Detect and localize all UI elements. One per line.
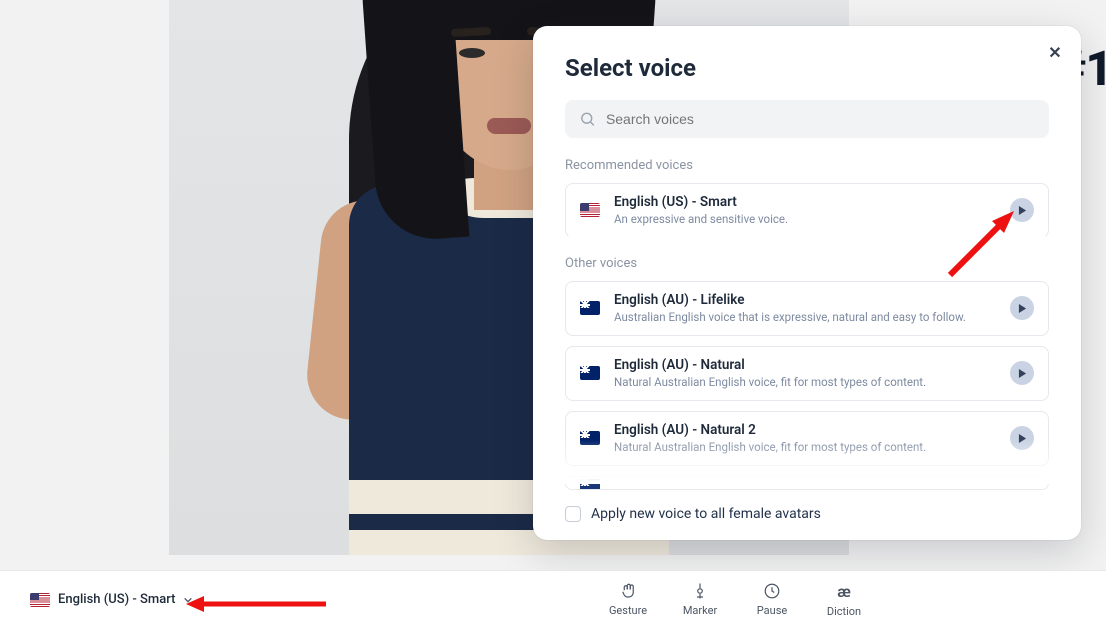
play-button[interactable] — [1010, 296, 1034, 320]
diction-icon: æ — [837, 582, 851, 601]
voice-name: English (AU) - Natural 2 — [614, 422, 996, 438]
voice-name: English (AU) - Lifelike — [614, 292, 996, 308]
search-input[interactable] — [606, 111, 1035, 127]
voice-desc: Natural Australian English voice, fit fo… — [614, 375, 996, 390]
voice-desc: Natural Australian English voice, fit fo… — [614, 440, 996, 455]
voice-desc: Australian English voice that is express… — [614, 310, 996, 325]
play-button[interactable] — [1010, 426, 1034, 450]
tool-group: Gesture Marker Pause æ Diction — [606, 582, 1086, 618]
flag-us-icon — [30, 593, 50, 607]
apply-all-checkbox[interactable] — [565, 506, 581, 522]
flag-us-icon — [580, 203, 600, 217]
recommended-voice-list: English (US) - Smart An expressive and s… — [565, 183, 1049, 236]
voice-selector[interactable]: English (US) - Smart — [20, 586, 203, 613]
modal-title: Select voice — [565, 54, 1049, 82]
clock-icon — [763, 582, 781, 600]
tool-label: Pause — [757, 604, 787, 617]
flag-au-icon — [580, 366, 600, 380]
voice-name: English (US) - Smart — [614, 194, 996, 210]
apply-all-label: Apply new voice to all female avatars — [591, 506, 821, 522]
close-button[interactable]: ✕ — [1043, 40, 1067, 64]
diction-tool[interactable]: æ Diction — [822, 582, 866, 618]
voice-item[interactable]: English (AU) - Lifelike Australian Engli… — [565, 281, 1049, 336]
hand-icon — [619, 582, 637, 600]
marker-tool[interactable]: Marker — [678, 582, 722, 618]
search-input-wrap[interactable] — [565, 100, 1049, 138]
play-button[interactable] — [1010, 361, 1034, 385]
pause-tool[interactable]: Pause — [750, 582, 794, 618]
bottom-toolbar: English (US) - Smart Gesture Marker Paus… — [0, 570, 1106, 628]
voice-item[interactable]: English (US) - Smart An expressive and s… — [565, 183, 1049, 236]
marker-icon — [691, 582, 709, 600]
voice-item[interactable]: English (AU) - Natural Natural Australia… — [565, 346, 1049, 401]
section-recommended-label: Recommended voices — [565, 158, 1049, 173]
chevron-down-icon — [183, 595, 193, 605]
gesture-tool[interactable]: Gesture — [606, 582, 650, 618]
voice-desc: An expressive and sensitive voice. — [614, 212, 996, 227]
section-other-label: Other voices — [565, 256, 1049, 271]
search-icon — [579, 110, 596, 128]
tool-label: Diction — [827, 605, 861, 618]
voice-item[interactable]: English (AU) - Natural 2 Natural Austral… — [565, 411, 1049, 466]
voice-item-partial[interactable] — [565, 476, 1049, 490]
voice-name: English (AU) - Natural — [614, 357, 996, 373]
tool-label: Marker — [683, 604, 717, 617]
flag-au-icon — [580, 431, 600, 445]
flag-au-icon — [580, 301, 600, 315]
other-voice-list: English (AU) - Lifelike Australian Engli… — [565, 281, 1049, 490]
select-voice-modal: ✕ Select voice Recommended voices Englis… — [533, 26, 1081, 540]
tool-label: Gesture — [609, 604, 647, 617]
flag-au-icon — [580, 479, 600, 490]
play-button[interactable] — [1010, 198, 1034, 222]
current-voice-label: English (US) - Smart — [58, 592, 175, 607]
